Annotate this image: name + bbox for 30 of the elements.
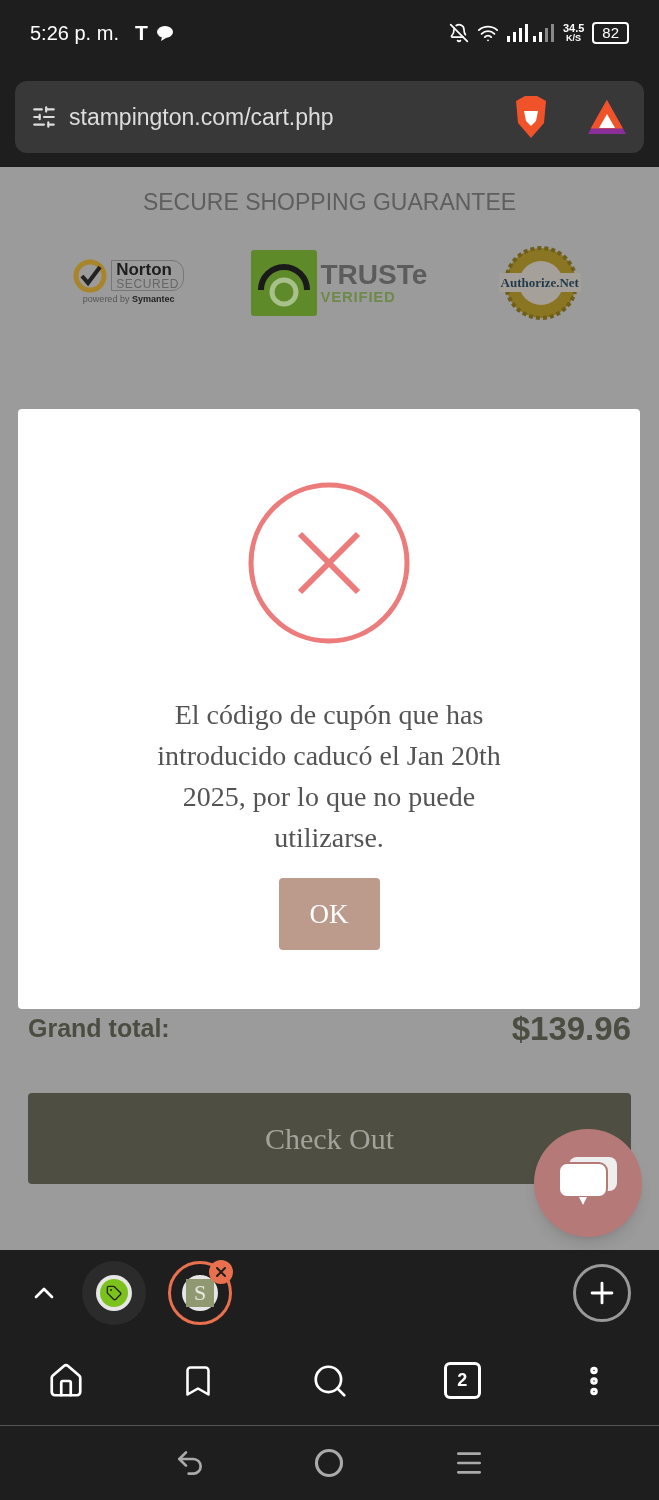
home-circle-icon[interactable] <box>314 1448 345 1478</box>
new-tab-button[interactable] <box>573 1264 631 1322</box>
muted-bell-icon <box>448 23 469 43</box>
grand-total-value: $139.96 <box>511 1008 631 1049</box>
site-settings-icon[interactable] <box>31 104 57 130</box>
chat-bubble-icon <box>155 25 174 41</box>
tag-icon <box>106 1285 122 1301</box>
signal-icon <box>506 24 555 42</box>
network-speed: 34.5 <box>562 23 585 34</box>
arc-logo-icon <box>250 249 317 316</box>
error-message: El código de cupón que has introducido caducó el Jan 20th 2025, por lo que no puede utilizarse. <box>156 698 502 855</box>
close-icon[interactable] <box>209 1260 233 1284</box>
guarantee-heading: SECURE SHOPPING GUARANTEE <box>141 188 518 217</box>
site-favicon: S <box>186 1279 214 1307</box>
tab-count-button[interactable]: 2 <box>443 1362 481 1399</box>
seal-title: Authorize.Net <box>498 272 581 293</box>
checkmark-icon <box>73 258 108 293</box>
clock: 5:26 p. m. <box>30 21 119 46</box>
address-bar[interactable]: stampington.com/cart.php <box>15 81 644 153</box>
triangle-logo-icon[interactable] <box>586 98 628 136</box>
speed-unit: K/S <box>566 34 582 43</box>
battery-indicator: 82 <box>592 22 629 44</box>
carrier-mark: T <box>134 20 148 47</box>
seal-title: TRUSTe <box>320 261 428 289</box>
grand-total-label: Grand total: <box>28 1012 170 1044</box>
seal-caption: powered by Symantec <box>82 292 175 306</box>
seal-title: Norton <box>116 261 172 279</box>
url-text[interactable]: stampington.com/cart.php <box>69 99 334 135</box>
error-x-icon <box>248 482 410 644</box>
seal-subtitle: VERIFIED <box>320 289 397 304</box>
